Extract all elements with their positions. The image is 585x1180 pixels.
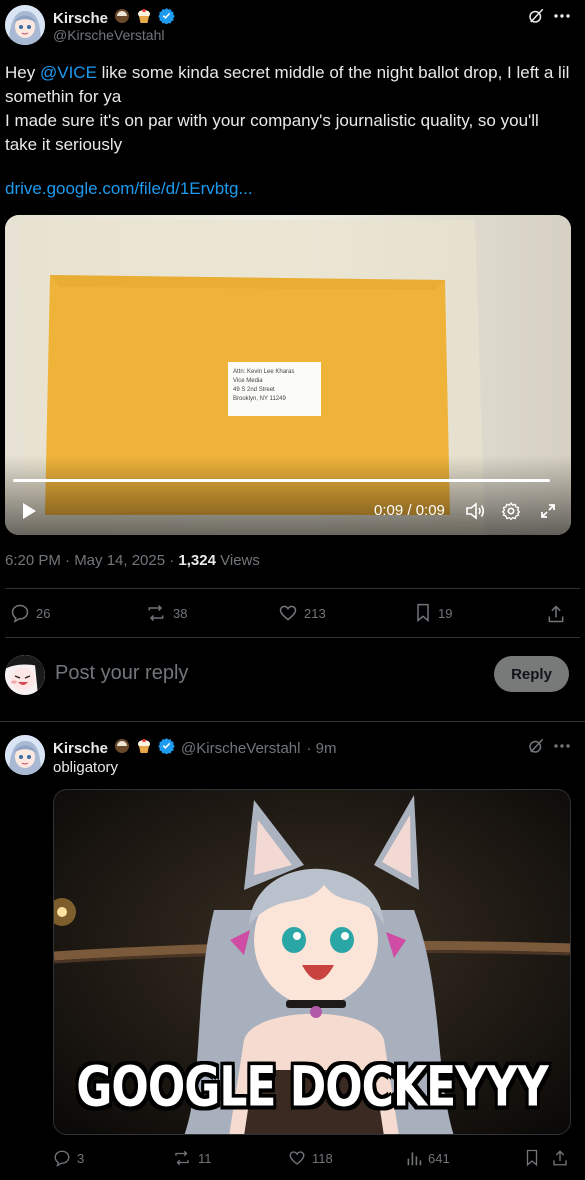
envelope-label: Attn: Kevin Lee Kharas Vice Media 49 S 2… xyxy=(233,368,294,404)
views-action[interactable]: 641 xyxy=(406,1149,450,1167)
reply-action[interactable]: 3 xyxy=(53,1149,84,1167)
grok-icon[interactable] xyxy=(525,5,547,27)
label-line: Vice Media xyxy=(233,378,263,384)
author-name[interactable]: Kirsche xyxy=(53,10,108,27)
reply-author-handle[interactable]: @KirscheVerstahl xyxy=(181,740,300,757)
label-line: 49 S 2nd Street xyxy=(233,387,275,393)
tweet-text-prefix: Hey xyxy=(5,63,40,82)
settings-gear-icon[interactable] xyxy=(499,499,523,523)
reply-count: 26 xyxy=(36,605,51,621)
bookmark-icon[interactable] xyxy=(522,1148,542,1168)
bookmark-action[interactable]: 19 xyxy=(414,603,452,623)
repost-action[interactable]: 11 xyxy=(172,1149,212,1167)
label-line: Attn: Kevin Lee Kharas xyxy=(233,369,295,375)
user-avatar[interactable] xyxy=(5,655,45,695)
like-count: 213 xyxy=(304,605,326,621)
repost-action[interactable]: 38 xyxy=(145,603,187,623)
image-caption: GOOGLE DOCKEYYY xyxy=(76,1055,548,1120)
share-icon[interactable] xyxy=(545,603,567,625)
verified-badge-icon xyxy=(158,7,175,29)
divider xyxy=(5,588,580,589)
video-time: 0:09 / 0:09 xyxy=(374,502,445,519)
mention-link[interactable]: @VICE xyxy=(40,63,97,82)
more-options-icon[interactable] xyxy=(550,5,574,27)
reply-time[interactable]: · 9m xyxy=(306,740,336,757)
reply-reply-count: 3 xyxy=(77,1150,85,1166)
bookmark-icon xyxy=(417,603,429,623)
like-action[interactable]: 213 xyxy=(278,603,326,623)
tweet-meta: 6:20 PM · May 14, 2025 · 1,324 Views xyxy=(5,552,260,569)
reply-views-count: 641 xyxy=(428,1150,450,1166)
divider xyxy=(5,637,580,638)
author-avatar[interactable] xyxy=(5,5,45,45)
repost-icon xyxy=(148,604,164,622)
like-action[interactable]: 118 xyxy=(288,1149,333,1167)
divider xyxy=(0,721,585,722)
heart-icon xyxy=(279,605,297,621)
repost-count: 38 xyxy=(173,605,188,621)
views-label: Views xyxy=(215,552,260,569)
cupcake-emoji-icon xyxy=(136,8,152,29)
reply-text: obligatory xyxy=(53,759,119,776)
label-line: Brooklyn, NY 11249 xyxy=(233,396,286,402)
views-chart-icon xyxy=(407,1152,422,1166)
video-progress-fill xyxy=(13,479,550,482)
reply-author-avatar[interactable] xyxy=(5,735,45,775)
drive-link[interactable]: drive.google.com/file/d/1Ervbtg... xyxy=(5,179,253,199)
author-handle[interactable]: @KirscheVerstahl xyxy=(53,27,164,43)
coconut-emoji-icon xyxy=(114,8,130,29)
reply-like-count: 118 xyxy=(312,1150,333,1166)
tweet-text-line2: I made sure it's on par with your compan… xyxy=(5,111,539,154)
heart-icon xyxy=(289,1151,305,1165)
views-count: 1,324 xyxy=(178,552,216,569)
tweet-text: Hey @VICE like some kinda secret middle … xyxy=(5,61,575,157)
reply-icon xyxy=(11,604,29,623)
play-icon[interactable] xyxy=(17,499,41,523)
fullscreen-icon[interactable] xyxy=(537,500,559,522)
share-icon[interactable] xyxy=(550,1148,570,1168)
repost-icon xyxy=(175,1150,189,1166)
bookmark-count: 19 xyxy=(438,605,453,621)
video-player[interactable]: Attn: Kevin Lee Kharas Vice Media 49 S 2… xyxy=(5,215,571,535)
reply-action[interactable]: 26 xyxy=(10,603,50,623)
verified-badge-icon xyxy=(158,737,175,759)
reply-button[interactable]: Reply xyxy=(494,656,569,692)
reply-input[interactable]: Post your reply xyxy=(55,662,188,685)
tweet-timestamp[interactable]: 6:20 PM · May 14, 2025 · xyxy=(5,552,178,569)
reply-icon xyxy=(54,1150,70,1167)
more-options-icon[interactable] xyxy=(550,735,574,757)
grok-icon[interactable] xyxy=(525,735,547,757)
volume-icon[interactable] xyxy=(463,499,487,523)
cupcake-emoji-icon xyxy=(136,738,152,759)
reply-image[interactable]: GOOGLE DOCKEYYY xyxy=(53,789,571,1135)
reply-repost-count: 11 xyxy=(198,1150,212,1166)
video-progress-track[interactable] xyxy=(13,479,550,482)
coconut-emoji-icon xyxy=(114,738,130,759)
reply-author-name[interactable]: Kirsche xyxy=(53,740,108,757)
